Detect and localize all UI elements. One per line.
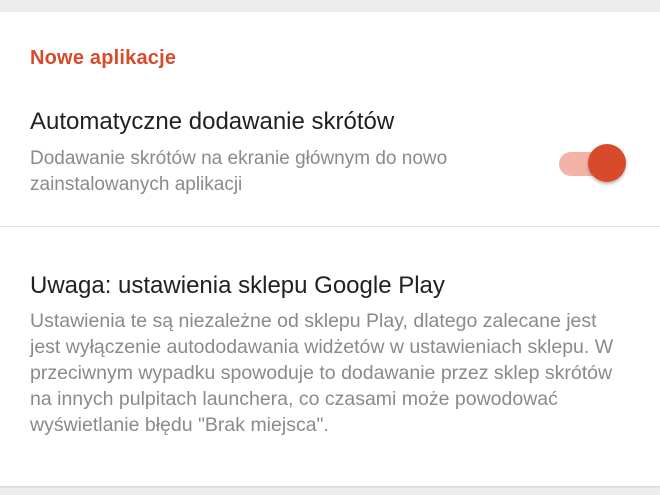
toggle-thumb: [588, 144, 626, 182]
google-play-note-body: Ustawienia te są niezależne od sklepu Pl…: [30, 310, 614, 436]
auto-shortcuts-toggle[interactable]: [556, 144, 628, 184]
google-play-note-title: Uwaga: ustawienia sklepu Google Play: [30, 272, 445, 299]
auto-shortcuts-preference[interactable]: Automatyczne dodawanie skrótów Dodawanie…: [0, 104, 660, 224]
divider: [0, 226, 660, 227]
settings-card: Nowe aplikacje Automatyczne dodawanie sk…: [0, 12, 660, 486]
section-header-new-apps: Nowe aplikacje: [30, 47, 177, 69]
auto-shortcuts-summary: Dodawanie skrótów na ekranie głównym do …: [30, 148, 448, 195]
auto-shortcuts-title: Automatyczne dodawanie skrótów: [30, 108, 395, 135]
